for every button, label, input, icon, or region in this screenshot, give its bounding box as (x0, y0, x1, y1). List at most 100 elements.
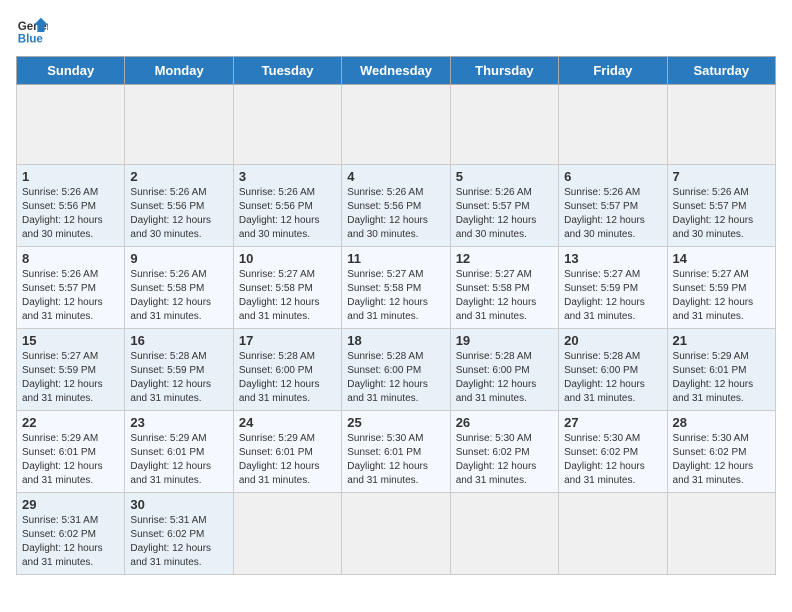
logo: General Blue (16, 16, 48, 48)
day-number: 22 (22, 415, 119, 430)
calendar-cell (17, 85, 125, 165)
calendar-cell: 7Sunrise: 5:26 AMSunset: 5:57 PMDaylight… (667, 165, 775, 247)
calendar-week-0 (17, 85, 776, 165)
calendar-cell (342, 493, 450, 575)
day-number: 18 (347, 333, 444, 348)
calendar-cell: 26 Sunrise: 5:30 AMSunset: 6:02 PMDayligh… (450, 411, 558, 493)
calendar-cell (667, 493, 775, 575)
day-number: 1 (22, 169, 119, 184)
day-info: Sunrise: 5:27 AMSunset: 5:59 PMDaylight:… (564, 268, 661, 324)
day-info: Sunrise: 5:29 AMSunset: 6:01 PMDaylight:… (239, 432, 336, 488)
day-info: Sunrise: 5:28 AMSunset: 6:00 PMDaylight:… (456, 350, 553, 406)
calendar-cell: 3Sunrise: 5:26 AMSunset: 5:56 PMDaylight… (233, 165, 341, 247)
day-number: 9 (130, 251, 227, 266)
calendar-cell: 11 Sunrise: 5:27 AMSunset: 5:58 PMDayligh… (342, 247, 450, 329)
day-info: Sunrise: 5:31 AMSunset: 6:02 PMDaylight:… (22, 514, 119, 570)
calendar-week-4: 22 Sunrise: 5:29 AMSunset: 6:01 PMDayligh… (17, 411, 776, 493)
calendar-cell (450, 85, 558, 165)
calendar-cell: 1 Sunrise: 5:26 AMSunset: 5:56 PMDaylight… (17, 165, 125, 247)
day-info: Sunrise: 5:26 AMSunset: 5:57 PMDaylight:… (564, 186, 661, 242)
calendar-cell: 30Sunrise: 5:31 AMSunset: 6:02 PMDayligh… (125, 493, 233, 575)
dow-header-saturday: Saturday (667, 57, 775, 85)
calendar-cell (559, 85, 667, 165)
day-info: Sunrise: 5:27 AMSunset: 5:59 PMDaylight:… (673, 268, 770, 324)
day-info: Sunrise: 5:30 AMSunset: 6:02 PMDaylight:… (673, 432, 770, 488)
calendar-cell (559, 493, 667, 575)
calendar-cell (667, 85, 775, 165)
day-number: 13 (564, 251, 661, 266)
day-info: Sunrise: 5:28 AMSunset: 6:00 PMDaylight:… (564, 350, 661, 406)
day-number: 19 (456, 333, 553, 348)
calendar-week-3: 15Sunrise: 5:27 AMSunset: 5:59 PMDayligh… (17, 329, 776, 411)
day-info: Sunrise: 5:28 AMSunset: 6:00 PMDaylight:… (347, 350, 444, 406)
day-number: 4 (347, 169, 444, 184)
calendar-cell: 14 Sunrise: 5:27 AMSunset: 5:59 PMDayligh… (667, 247, 775, 329)
day-number: 14 (673, 251, 770, 266)
calendar-cell: 10 Sunrise: 5:27 AMSunset: 5:58 PMDayligh… (233, 247, 341, 329)
day-number: 25 (347, 415, 444, 430)
calendar-week-5: 29 Sunrise: 5:31 AMSunset: 6:02 PMDayligh… (17, 493, 776, 575)
calendar-cell: 19 Sunrise: 5:28 AMSunset: 6:00 PMDayligh… (450, 329, 558, 411)
day-info: Sunrise: 5:29 AMSunset: 6:01 PMDaylight:… (22, 432, 119, 488)
calendar-cell: 23Sunrise: 5:29 AMSunset: 6:01 PMDayligh… (125, 411, 233, 493)
day-info: Sunrise: 5:27 AMSunset: 5:58 PMDaylight:… (347, 268, 444, 324)
calendar-cell: 12Sunrise: 5:27 AMSunset: 5:58 PMDayligh… (450, 247, 558, 329)
page-header: General Blue (16, 16, 776, 48)
day-number: 24 (239, 415, 336, 430)
day-number: 26 (456, 415, 553, 430)
day-info: Sunrise: 5:28 AMSunset: 5:59 PMDaylight:… (130, 350, 227, 406)
day-info: Sunrise: 5:26 AMSunset: 5:57 PMDaylight:… (22, 268, 119, 324)
calendar-cell (125, 85, 233, 165)
dow-header-tuesday: Tuesday (233, 57, 341, 85)
calendar-week-1: 1 Sunrise: 5:26 AMSunset: 5:56 PMDaylight… (17, 165, 776, 247)
calendar-cell: 17Sunrise: 5:28 AMSunset: 6:00 PMDayligh… (233, 329, 341, 411)
day-info: Sunrise: 5:26 AMSunset: 5:56 PMDaylight:… (347, 186, 444, 242)
day-info: Sunrise: 5:26 AMSunset: 5:58 PMDaylight:… (130, 268, 227, 324)
day-info: Sunrise: 5:27 AMSunset: 5:58 PMDaylight:… (239, 268, 336, 324)
calendar-cell: 8Sunrise: 5:26 AMSunset: 5:57 PMDaylight… (17, 247, 125, 329)
day-info: Sunrise: 5:30 AMSunset: 6:02 PMDaylight:… (456, 432, 553, 488)
dow-header-thursday: Thursday (450, 57, 558, 85)
day-number: 30 (130, 497, 227, 512)
calendar-cell: 20 Sunrise: 5:28 AMSunset: 6:00 PMDayligh… (559, 329, 667, 411)
calendar-cell (233, 85, 341, 165)
day-info: Sunrise: 5:29 AMSunset: 6:01 PMDaylight:… (130, 432, 227, 488)
calendar-cell (342, 85, 450, 165)
day-number: 20 (564, 333, 661, 348)
logo-icon: General Blue (16, 16, 48, 48)
day-info: Sunrise: 5:30 AMSunset: 6:01 PMDaylight:… (347, 432, 444, 488)
calendar-cell: 21 Sunrise: 5:29 AMSunset: 6:01 PMDayligh… (667, 329, 775, 411)
day-info: Sunrise: 5:27 AMSunset: 5:58 PMDaylight:… (456, 268, 553, 324)
calendar-cell (450, 493, 558, 575)
calendar-table: SundayMondayTuesdayWednesdayThursdayFrid… (16, 56, 776, 575)
day-number: 10 (239, 251, 336, 266)
calendar-cell (233, 493, 341, 575)
calendar-cell: 22 Sunrise: 5:29 AMSunset: 6:01 PMDayligh… (17, 411, 125, 493)
day-number: 11 (347, 251, 444, 266)
svg-text:Blue: Blue (18, 34, 44, 46)
calendar-cell: 9 Sunrise: 5:26 AMSunset: 5:58 PMDaylight… (125, 247, 233, 329)
day-number: 17 (239, 333, 336, 348)
calendar-cell: 18 Sunrise: 5:28 AMSunset: 6:00 PMDayligh… (342, 329, 450, 411)
day-number: 5 (456, 169, 553, 184)
day-info: Sunrise: 5:30 AMSunset: 6:02 PMDaylight:… (564, 432, 661, 488)
day-info: Sunrise: 5:26 AMSunset: 5:57 PMDaylight:… (673, 186, 770, 242)
calendar-cell: 29 Sunrise: 5:31 AMSunset: 6:02 PMDayligh… (17, 493, 125, 575)
day-number: 21 (673, 333, 770, 348)
days-of-week-row: SundayMondayTuesdayWednesdayThursdayFrid… (17, 57, 776, 85)
calendar-body: 1 Sunrise: 5:26 AMSunset: 5:56 PMDaylight… (17, 85, 776, 575)
day-info: Sunrise: 5:26 AMSunset: 5:56 PMDaylight:… (22, 186, 119, 242)
calendar-cell: 24 Sunrise: 5:29 AMSunset: 6:01 PMDayligh… (233, 411, 341, 493)
calendar-cell: 5Sunrise: 5:26 AMSunset: 5:57 PMDaylight… (450, 165, 558, 247)
calendar-cell: 28 Sunrise: 5:30 AMSunset: 6:02 PMDayligh… (667, 411, 775, 493)
day-number: 15 (22, 333, 119, 348)
day-number: 16 (130, 333, 227, 348)
day-number: 27 (564, 415, 661, 430)
day-number: 28 (673, 415, 770, 430)
day-number: 6 (564, 169, 661, 184)
calendar-cell: 25 Sunrise: 5:30 AMSunset: 6:01 PMDayligh… (342, 411, 450, 493)
calendar-cell: 16 Sunrise: 5:28 AMSunset: 5:59 PMDayligh… (125, 329, 233, 411)
day-info: Sunrise: 5:29 AMSunset: 6:01 PMDaylight:… (673, 350, 770, 406)
day-number: 29 (22, 497, 119, 512)
calendar-cell: 6 Sunrise: 5:26 AMSunset: 5:57 PMDaylight… (559, 165, 667, 247)
